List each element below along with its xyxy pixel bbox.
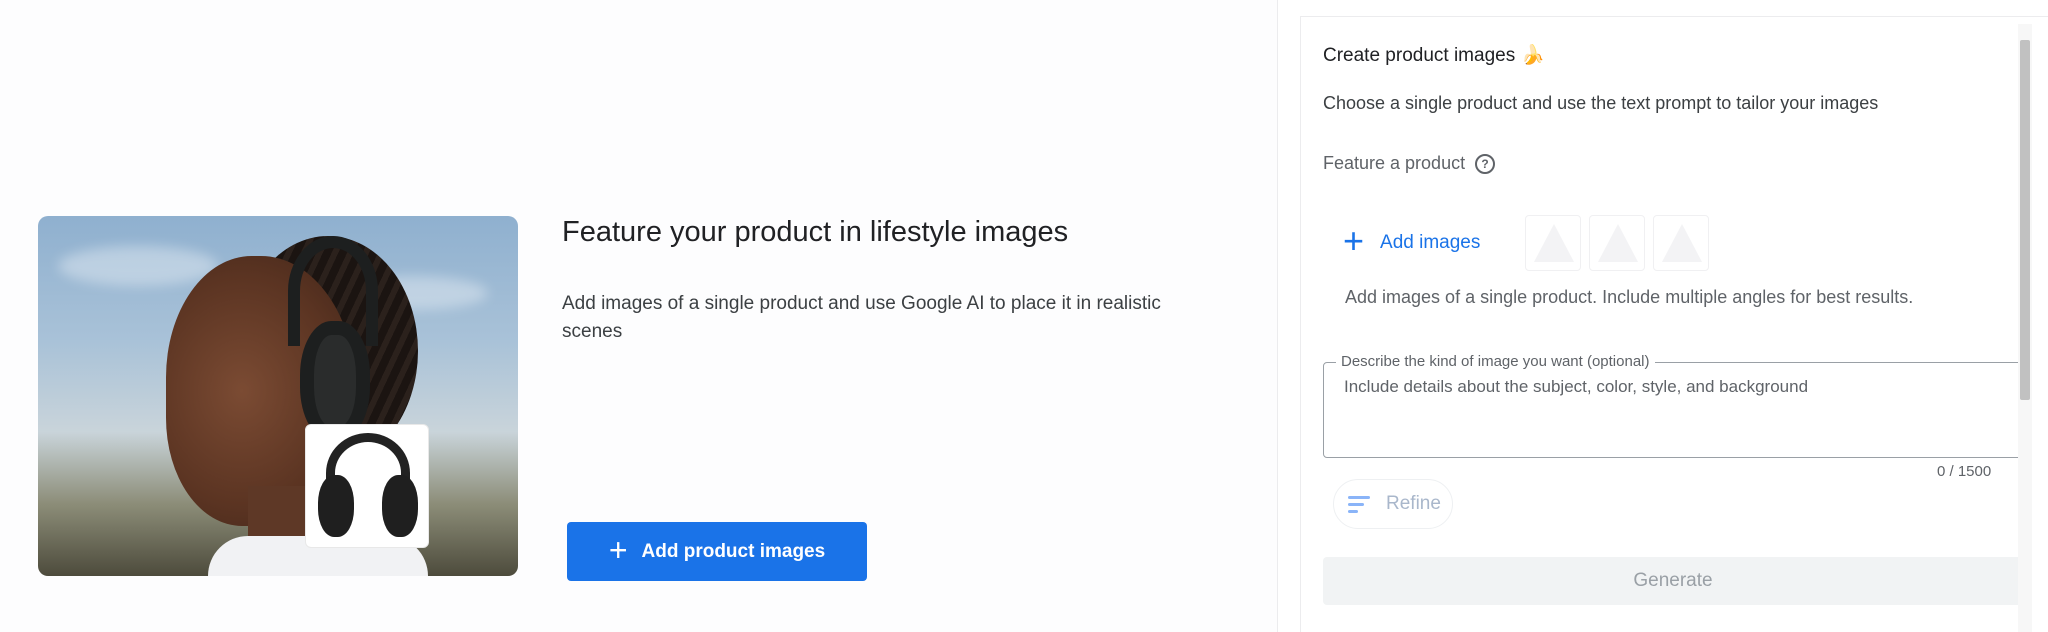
feature-product-text: Feature a product <box>1323 153 1466 173</box>
add-product-images-button[interactable]: + Add product images <box>567 522 867 581</box>
help-circle-icon[interactable]: ? <box>1475 153 1496 174</box>
generate-button[interactable]: Generate <box>1323 557 2023 605</box>
plus-icon: + <box>1343 220 1365 261</box>
product-thumbnail <box>305 424 429 548</box>
panel-title-text: Create product images <box>1323 45 1516 66</box>
add-images-button[interactable]: + Add images <box>1343 213 1480 273</box>
prompt-textbox[interactable]: Describe the kind of image you want (opt… <box>1323 353 2023 458</box>
image-placeholder <box>1653 215 1709 271</box>
scrollbar-thumb[interactable] <box>2020 40 2030 400</box>
image-placeholder <box>1525 215 1581 271</box>
hero-title: Feature your product in lifestyle images <box>562 216 1069 248</box>
add-images-helper-text: Add images of a single product. Include … <box>1345 287 1914 307</box>
cone-placeholder-icon <box>1598 224 1638 262</box>
hero-description: Add images of a single product and use G… <box>562 293 1161 342</box>
add-images-label: Add images <box>1380 232 1481 253</box>
refine-button[interactable]: Refine <box>1333 479 1453 529</box>
hero-cloud <box>58 246 218 286</box>
banana-icon: 🍌 <box>1521 45 1545 66</box>
image-placeholder <box>1589 215 1645 271</box>
feature-product-label: Feature a product ? <box>1323 153 1496 174</box>
create-product-images-panel: Create product images 🍌 Choose a single p… <box>1300 16 2048 632</box>
prompt-input[interactable] <box>1344 377 2004 397</box>
plus-icon: + <box>608 532 628 568</box>
character-counter: 0 / 1500 <box>1937 463 1992 480</box>
refine-edit-icon <box>1348 494 1374 514</box>
main-content: Feature your product in lifestyle images… <box>0 0 1277 632</box>
panel-title: Create product images 🍌 <box>1323 43 1545 67</box>
prompt-label: Describe the kind of image you want (opt… <box>1336 353 1655 370</box>
headphones-cup-right <box>382 475 418 537</box>
hero-image <box>38 216 518 576</box>
vertical-divider <box>1277 0 1278 632</box>
panel-subtitle: Choose a single product and use the text… <box>1323 93 1879 113</box>
cone-placeholder-icon <box>1662 224 1702 262</box>
refine-label: Refine <box>1386 493 1441 514</box>
hero-headphone-cup <box>300 321 370 441</box>
cone-placeholder-icon <box>1534 224 1574 262</box>
headphones-cup-left <box>318 475 354 537</box>
add-product-images-label: Add product images <box>641 540 826 562</box>
